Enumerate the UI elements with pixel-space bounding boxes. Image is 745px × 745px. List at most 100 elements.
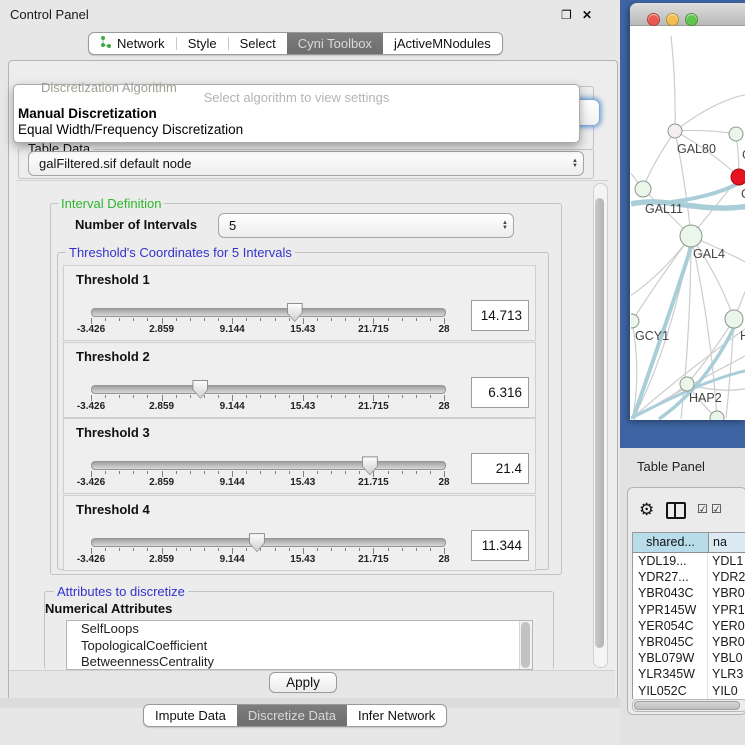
algorithm-option-manual[interactable]: Manual Discretization [17,106,576,122]
cell-shared-name[interactable]: YDR27... [633,569,708,585]
algorithm-option-equal-width[interactable]: Equal Width/Frequency Discretization [17,122,576,138]
tab-infer-network[interactable]: Infer Network [347,705,446,726]
cell-name[interactable]: YDR2 [708,569,745,585]
close-traffic-light-icon[interactable] [647,13,660,26]
attribute-list-item[interactable]: SelfLoops [67,621,532,638]
cell-shared-name[interactable]: YBR043C [633,585,708,601]
cell-name[interactable]: YBL0 [708,650,745,666]
scrollbar-thumb[interactable] [634,701,740,710]
cell-name[interactable]: YIL0 [708,683,745,699]
network-window: GAL80GACGAL11GAL4GCY1HHAP2 [630,3,745,420]
network-node-gcy1[interactable] [631,314,639,328]
number-of-intervals-label: Number of Intervals [75,217,197,232]
numerical-attributes-list[interactable]: SelfLoopsTopologicalCoefficientBetweenne… [66,620,533,670]
table-row[interactable]: YBL079WYBL0 [633,650,745,666]
tab-label: Style [188,33,217,54]
network-canvas[interactable]: GAL80GACGAL11GAL4GCY1HHAP2 [631,26,745,420]
split-columns-icon[interactable] [666,502,686,519]
cell-name[interactable]: YBR0 [708,585,745,601]
tab-style[interactable]: Style [177,33,228,54]
tab-jactivemnodules[interactable]: jActiveMNodules [383,33,502,54]
apply-button[interactable]: Apply [269,672,337,693]
cell-shared-name[interactable]: YDL19... [633,553,708,569]
node-label: GCY1 [635,329,669,343]
node-label: GAL11 [645,202,683,216]
threshold-slider[interactable] [91,385,446,394]
number-of-intervals-value: 5 [219,218,497,233]
settings-vertical-scrollbar[interactable] [593,183,608,668]
cell-shared-name[interactable]: YBR045C [633,634,708,650]
float-window-icon[interactable]: ❐ [561,8,572,22]
threshold-panel-1: Threshold 1-3.4262.8599.14415.4321.71528… [63,265,536,341]
node-label: H [740,329,745,343]
network-node[interactable] [710,411,724,420]
network-node-c[interactable] [731,169,745,185]
numerical-attributes-label: Numerical Attributes [45,601,172,616]
threshold-slider[interactable] [91,461,446,470]
network-node-ga[interactable] [729,127,743,141]
gear-icon[interactable]: ⚙ [639,500,654,520]
attribute-list-item[interactable]: BetweennessCentrality [67,654,532,670]
zoom-traffic-light-icon[interactable] [685,13,698,26]
table-row[interactable]: YBR043CYBR0 [633,585,745,601]
network-node-hap2[interactable] [680,377,694,391]
node-label: C [741,187,745,201]
table-row[interactable]: YDR27...YDR2 [633,569,745,585]
close-window-icon[interactable]: ✕ [582,8,592,22]
checkbox-icon[interactable]: ☑ [711,502,722,516]
cell-shared-name[interactable]: YBL079W [633,650,708,666]
scrollbar-thumb[interactable] [595,198,604,648]
column-header-shared[interactable]: shared... [633,533,709,552]
control-panel-tabbar: Network Style SelectCyni ToolboxjActiveMNo… [88,32,503,55]
network-node-h[interactable] [725,310,743,328]
table-row[interactable]: YPR145WYPR1 [633,602,745,618]
checkbox-icon[interactable]: ☑ [697,502,708,516]
threshold-label: Threshold 1 [76,272,150,287]
table-horizontal-scrollbar[interactable] [632,699,745,712]
network-node-gal80[interactable] [668,124,682,138]
tab-label: Impute Data [155,705,226,726]
threshold-value-field[interactable]: 11.344 [471,530,529,561]
tab-label: Discretize Data [248,705,336,726]
node-label: HAP2 [689,391,722,405]
threshold-value-field[interactable]: 6.316 [471,377,529,408]
cell-name[interactable]: YPR1 [708,602,745,618]
node-attribute-table[interactable]: shared... na YDL19...YDL1YDR27...YDR2YBR… [632,532,745,699]
cell-shared-name[interactable]: YER054C [633,618,708,634]
network-node-gal11[interactable] [635,181,651,197]
slider-tick-labels: -3.4262.8599.14415.4321.71528 [91,477,444,489]
cell-name[interactable]: YBR0 [708,634,745,650]
list-scrollbar[interactable] [519,621,532,669]
network-window-titlebar[interactable] [630,3,745,26]
threshold-value-field[interactable]: 21.4 [471,453,529,484]
attribute-list-item[interactable]: TopologicalCoefficient [67,638,532,655]
threshold-label: Threshold 2 [76,349,150,364]
table-row[interactable]: YDL19...YDL1 [633,553,745,569]
threshold-slider[interactable] [91,308,446,317]
tab-cyni-toolbox[interactable]: Cyni Toolbox [287,33,383,54]
cell-name[interactable]: YDL1 [708,553,745,569]
cell-shared-name[interactable]: YPR145W [633,602,708,618]
tab-label: Infer Network [358,705,435,726]
table-row[interactable]: YER054CYER0 [633,618,745,634]
cell-name[interactable]: YER0 [708,618,745,634]
number-of-intervals-combobox[interactable]: 5 ▲▼ [218,213,514,238]
cell-name[interactable]: YLR3 [708,666,745,682]
table-data-combobox[interactable]: galFiltered.sif default node ▲▼ [28,151,584,176]
network-node-gal4[interactable] [680,225,702,247]
tab-network[interactable]: Network [89,33,176,54]
cell-shared-name[interactable]: YIL052C [633,683,708,699]
scrollbar-thumb[interactable] [521,622,530,668]
threshold-value-field[interactable]: 14.713 [471,300,529,331]
tab-select[interactable]: Select [229,33,287,54]
tab-impute-data[interactable]: Impute Data [144,705,237,726]
column-header-name[interactable]: na [709,533,745,552]
cell-shared-name[interactable]: YLR345W [633,666,708,682]
table-row[interactable]: YIL052CYIL0 [633,683,745,699]
combo-arrows-icon: ▲▼ [567,159,583,169]
tab-discretize-data[interactable]: Discretize Data [237,705,347,726]
table-row[interactable]: YBR045CYBR0 [633,634,745,650]
threshold-slider[interactable] [91,538,446,547]
minimize-traffic-light-icon[interactable] [666,13,679,26]
table-row[interactable]: YLR345WYLR3 [633,666,745,682]
